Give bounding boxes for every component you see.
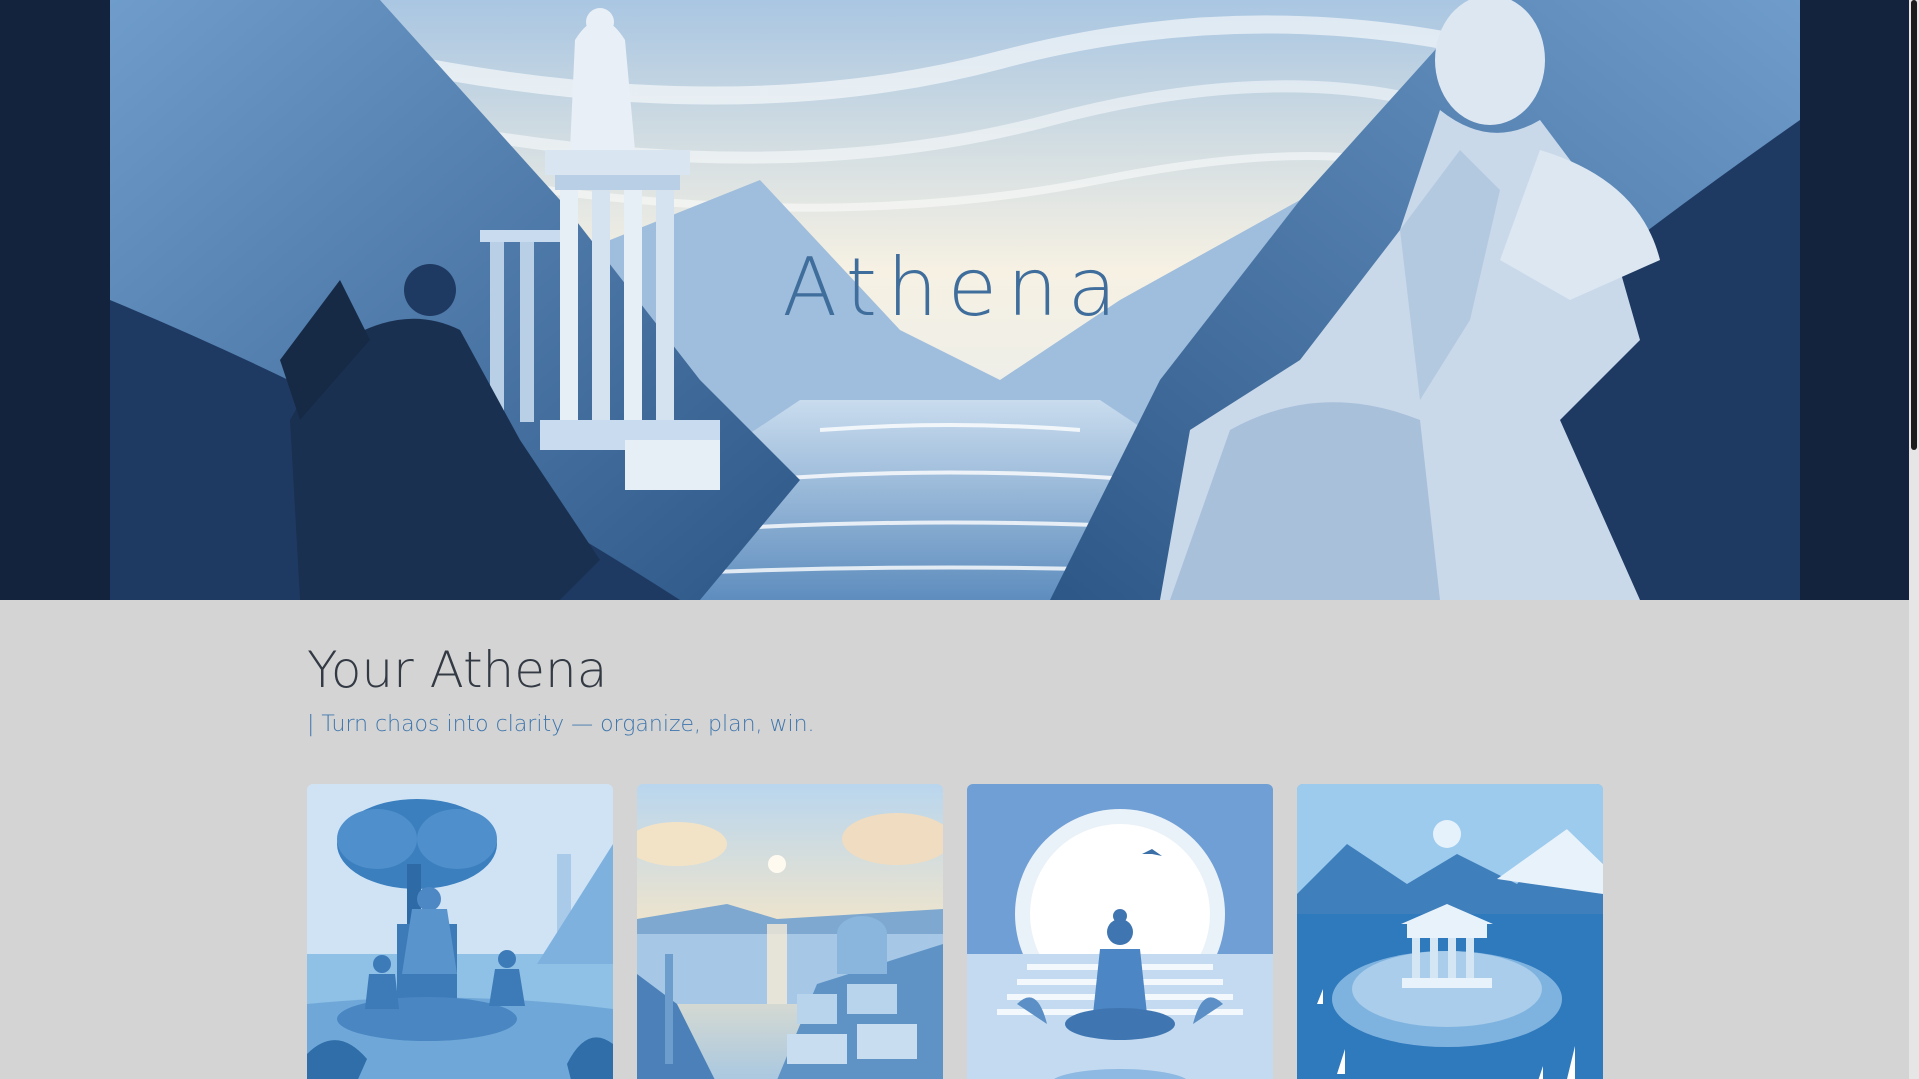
scrollbar-thumb[interactable] [1911, 0, 1917, 450]
section-heading: Your Athena [307, 641, 608, 699]
card-coastal-city[interactable] [637, 784, 943, 1079]
card-athena-throne[interactable] [307, 784, 613, 1079]
athena-tree-throne-image [307, 784, 613, 1079]
section-tagline: | Turn chaos into clarity — organize, pl… [307, 712, 815, 737]
vertical-scrollbar[interactable] [1909, 0, 1919, 1079]
page: Athena Your Athena | Turn chaos into cla… [0, 0, 1919, 1079]
coastal-city-sunset-image [637, 784, 943, 1079]
hero-banner: Athena [0, 0, 1909, 600]
card-island-temple[interactable] [1297, 784, 1603, 1079]
island-temple-image [1297, 784, 1603, 1079]
main-content: Your Athena | Turn chaos into clarity — … [307, 600, 1603, 1079]
card-meditation[interactable] [967, 784, 1273, 1079]
card-grid [307, 784, 1603, 1079]
meditation-figure-image [967, 784, 1273, 1079]
hero-title: Athena [782, 241, 1127, 334]
